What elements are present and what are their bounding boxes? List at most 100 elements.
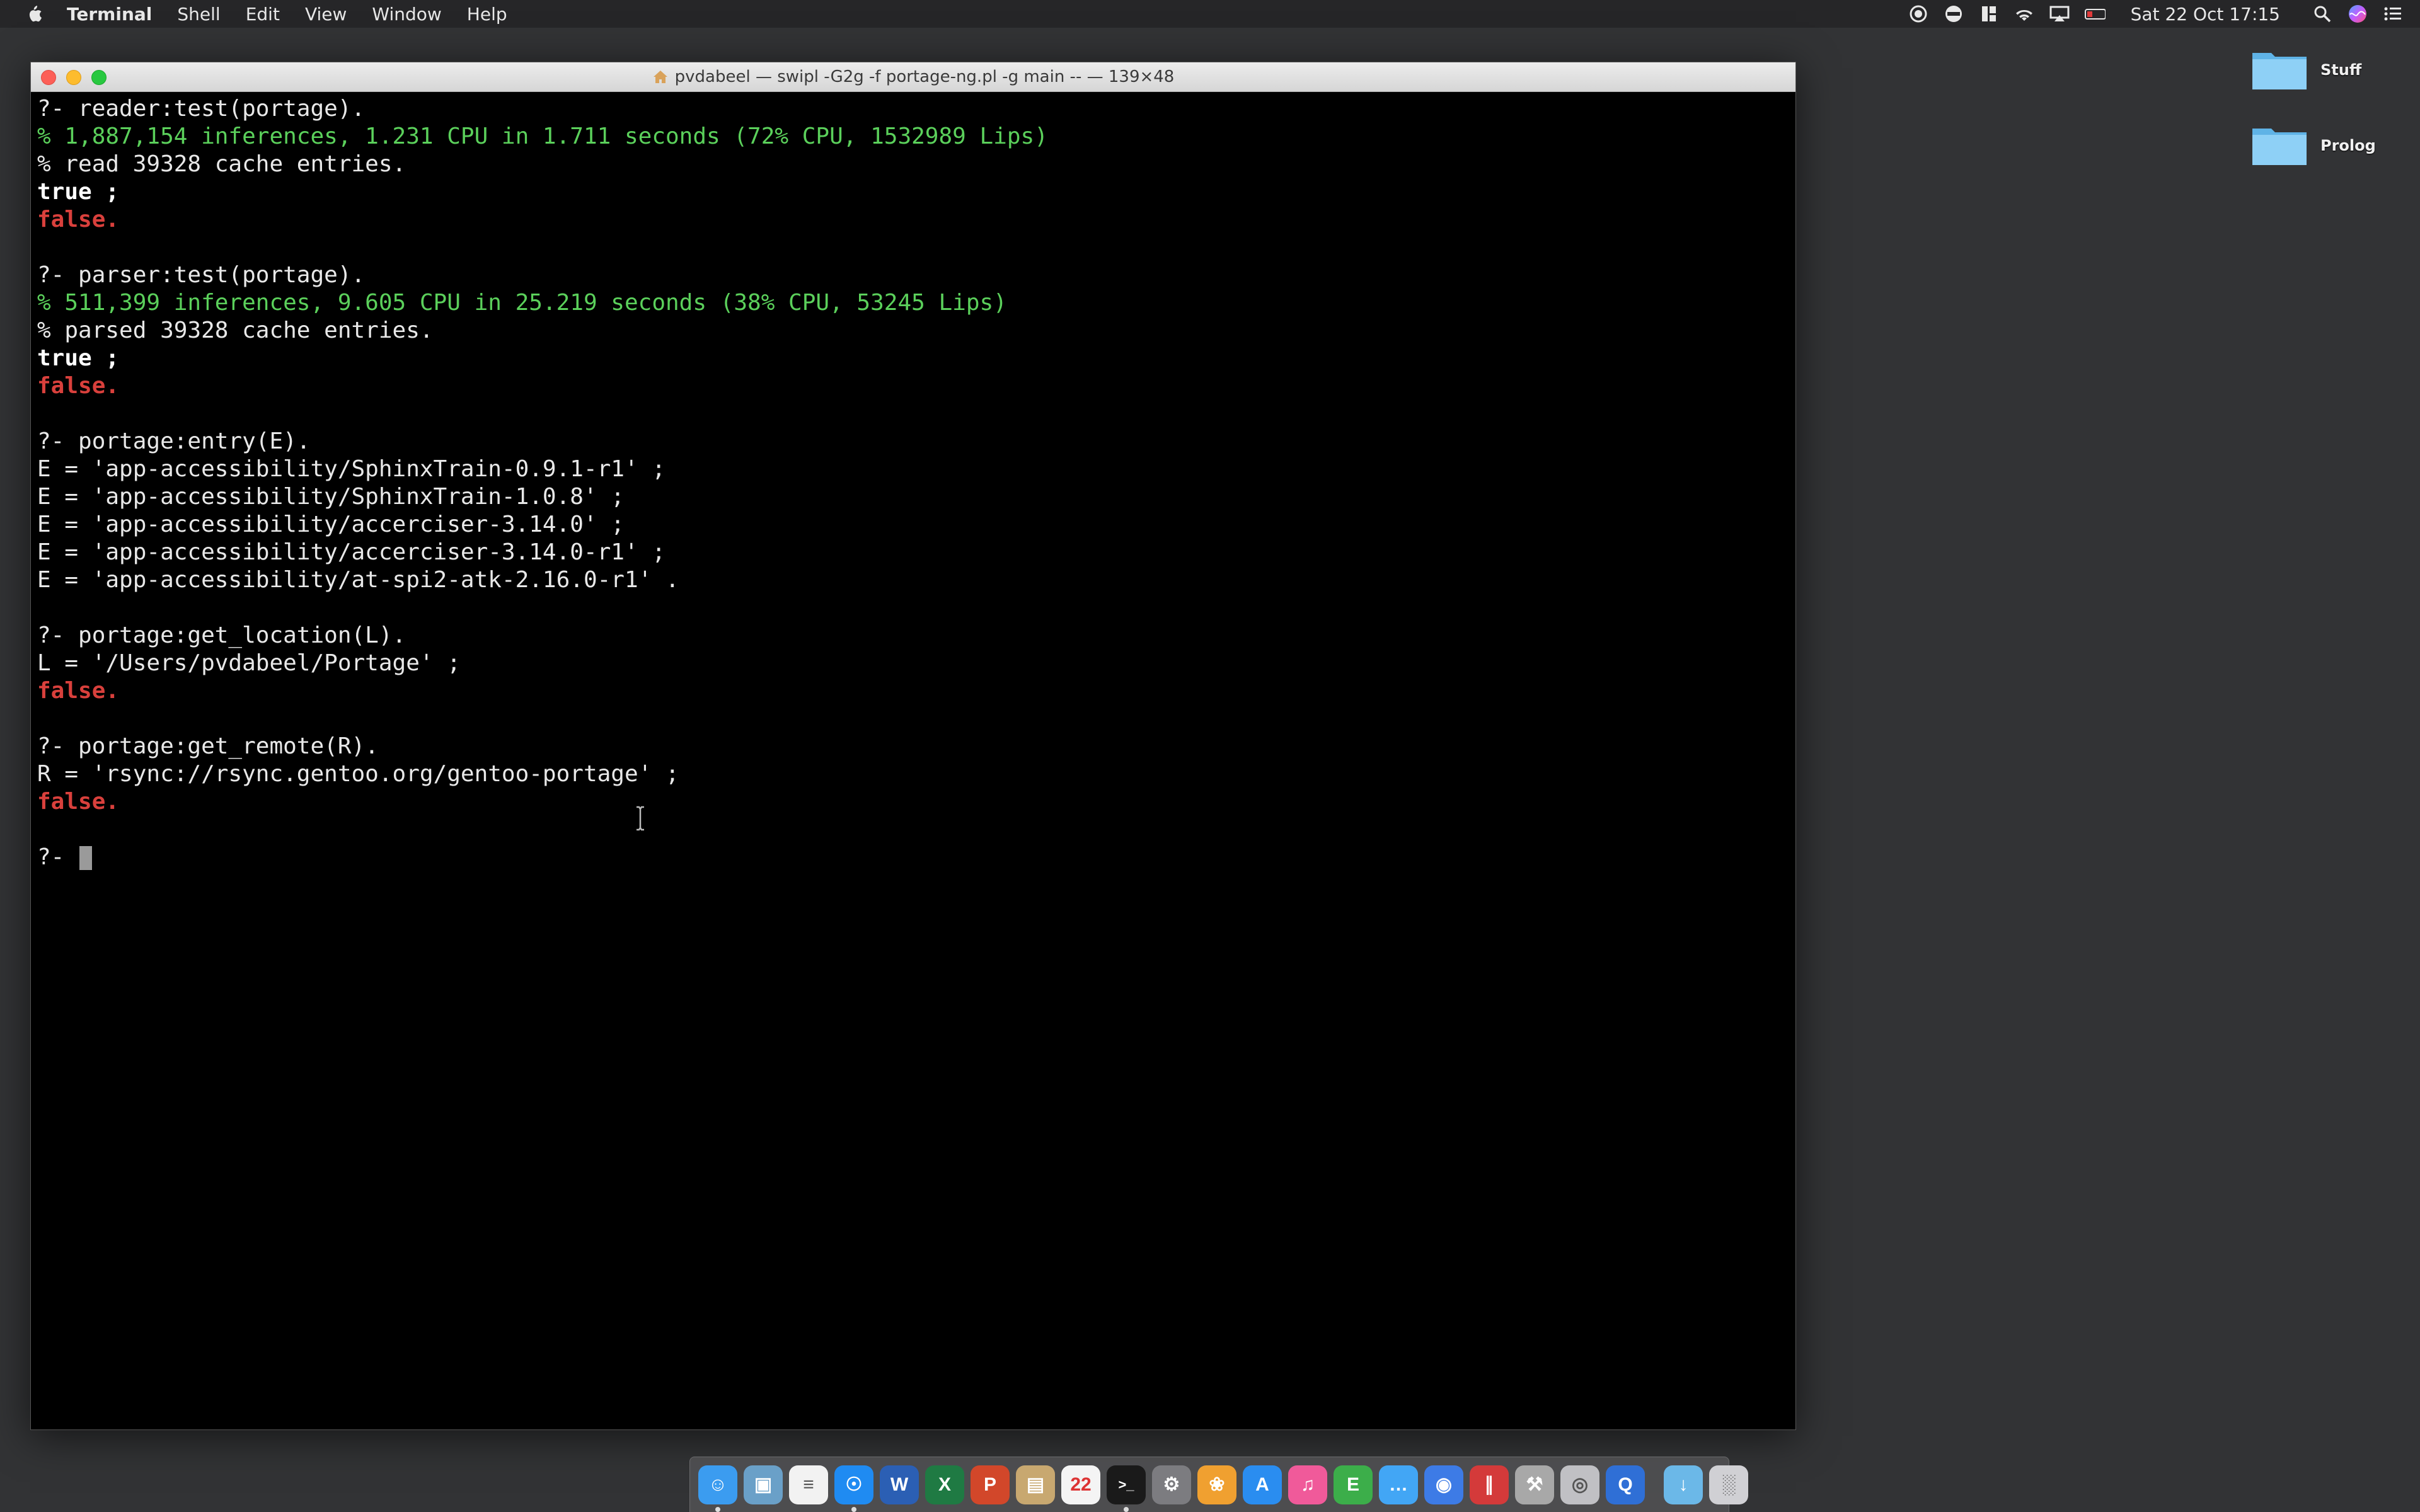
terminal-line: false. [37,206,1789,234]
terminal-line: % parsed 39328 cache entries. [37,317,1789,345]
terminal-line-text: % read 39328 cache entries. [37,151,406,177]
disk-utility-icon[interactable]: ◎ [1560,1465,1599,1504]
close-window-button[interactable] [41,70,56,85]
terminal-window[interactable]: pvdabeel — swipl -G2g -f portage-ng.pl -… [30,62,1796,1430]
panel-icon[interactable] [1978,3,2000,25]
dock-app-glyph: ⚒ [1526,1474,1543,1495]
window-titlebar[interactable]: pvdabeel — swipl -G2g -f portage-ng.pl -… [31,62,1795,92]
trash-icon[interactable]: ░ [1709,1465,1748,1504]
folder-icon [2252,129,2307,165]
preview-icon[interactable]: ▣ [744,1465,783,1504]
desktop-folder-prolog[interactable]: Prolog [2250,122,2376,169]
dock-app-glyph: ☺ [708,1474,728,1495]
photos-icon[interactable]: ❀ [1197,1465,1236,1504]
terminal-line-text: E = 'app-accessibility/SphinxTrain-0.9.1… [37,456,666,482]
terminal-line-text: false. [37,789,120,815]
notifications-icon[interactable]: ◉ [1424,1465,1463,1504]
home-icon [653,71,667,83]
terminal-line-text: ?- portage:get_remote(R). [37,733,379,759]
calendar-icon[interactable]: 22 [1061,1465,1100,1504]
terminal-line-text: false. [37,678,120,704]
desktop-folder-stuff[interactable]: Stuff [2250,47,2361,93]
airplay-icon[interactable] [2049,3,2070,25]
system-preferences-icon[interactable]: ⚙ [1152,1465,1191,1504]
terminal-line-text: % 1,887,154 inferences, 1.231 CPU in 1.7… [37,123,1048,149]
finder-icon[interactable]: ☺ [698,1465,737,1512]
messages-icon[interactable]: … [1379,1465,1418,1504]
excel-icon[interactable]: X [925,1465,964,1504]
terminal-lines: ?- reader:test(portage).% 1,887,154 infe… [37,95,1789,844]
terminal-current-line[interactable]: ?- [37,844,1789,871]
menu-view[interactable]: View [305,4,347,25]
terminal-line: % 511,399 inferences, 9.605 CPU in 25.21… [37,289,1789,317]
wifi-icon[interactable] [2014,3,2035,25]
dock-app-glyph: ♫ [1300,1474,1315,1495]
dock-app-glyph: ≡ [803,1474,814,1495]
terminal-line: false. [37,677,1789,705]
downloads-folder-icon[interactable]: ↓ [1664,1465,1703,1504]
terminal-icon[interactable]: >_ [1107,1465,1146,1512]
menu-shell[interactable]: Shell [177,4,220,25]
battery-icon[interactable] [2084,3,2106,25]
dock-app-glyph: X [938,1474,951,1495]
terminal-line: % read 39328 cache entries. [37,151,1789,178]
window-title: pvdabeel — swipl -G2g -f portage-ng.pl -… [652,67,1175,86]
dock-app-glyph: ↓ [1678,1474,1688,1495]
terminal-line-text: ?- parser:test(portage). [37,262,366,288]
folder-icon [2252,53,2307,89]
dock-app-glyph: >_ [1118,1476,1134,1492]
evernote-icon[interactable]: E [1334,1465,1373,1504]
desktop-folder-label: Prolog [2320,137,2376,154]
terminal-line: ?- portage:entry(E). [37,428,1789,455]
prompt-text: ?- [37,844,79,870]
powerpoint-icon[interactable]: P [971,1465,1010,1504]
terminal-line-text: E = 'app-accessibility/accerciser-3.14.0… [37,539,666,565]
textedit-icon[interactable]: ≡ [789,1465,828,1504]
parallels-icon[interactable]: ∥ [1470,1465,1509,1504]
terminal-line: E = 'app-accessibility/SphinxTrain-0.9.1… [37,455,1789,483]
window-title-text: pvdabeel — swipl -G2g -f portage-ng.pl -… [674,67,1175,86]
dock-app-glyph: ▣ [754,1474,773,1495]
menu-help[interactable]: Help [467,4,507,25]
dock-app-glyph: P [983,1474,996,1495]
terminal-line-text: E = 'app-accessibility/SphinxTrain-1.0.8… [37,484,625,510]
menu-window[interactable]: Window [372,4,441,25]
menu-clock[interactable]: Sat 22 Oct 17:15 [2131,4,2280,25]
circle-icon[interactable] [1943,3,1964,25]
terminal-line: ?- reader:test(portage). [37,95,1789,123]
notebook-icon[interactable]: ▤ [1016,1465,1055,1504]
terminal-line: E = 'app-accessibility/accerciser-3.14.0… [37,539,1789,566]
dock-app-glyph: A [1255,1474,1269,1495]
dock-app-glyph: ☉ [845,1474,863,1495]
menu-app-name[interactable]: Terminal [67,4,152,25]
zoom-window-button[interactable] [91,70,107,85]
terminal-line-text: R = 'rsync://rsync.gentoo.org/gentoo-por… [37,761,679,787]
menu-edit[interactable]: Edit [246,4,280,25]
ibeam-cursor-icon [637,806,644,831]
apple-menu-icon[interactable] [25,4,44,23]
terminal-line-text: E = 'app-accessibility/at-spi2-atk-2.16.… [37,567,679,593]
itunes-icon[interactable]: ♫ [1288,1465,1327,1504]
terminal-output[interactable]: ?- reader:test(portage).% 1,887,154 infe… [37,95,1789,1429]
dock-trailing: ↓ ░ [1661,1465,1751,1504]
menu-bar: Terminal Shell Edit View Window Help Sat… [0,0,2420,28]
screen-record-icon[interactable] [1908,3,1929,25]
quicktime-icon[interactable]: Q [1606,1465,1645,1504]
menu-extras: Sat 22 Oct 17:15 [1894,0,2404,28]
terminal-line-text: L = '/Users/pvdabeel/Portage' ; [37,650,461,676]
terminal-line-text: ?- portage:get_location(L). [37,622,406,648]
spotlight-icon[interactable] [2312,3,2333,25]
siri-icon[interactable] [2347,3,2368,25]
terminal-line-text: % 511,399 inferences, 9.605 CPU in 25.21… [37,290,1007,316]
text-cursor [79,846,93,870]
word-icon[interactable]: W [880,1465,919,1504]
utility-icon[interactable]: ⚒ [1515,1465,1554,1504]
minimize-window-button[interactable] [66,70,81,85]
safari-icon[interactable]: ☉ [834,1465,873,1512]
notification-list-icon[interactable] [2382,3,2404,25]
running-indicator [715,1506,720,1512]
app-store-icon[interactable]: A [1243,1465,1282,1504]
